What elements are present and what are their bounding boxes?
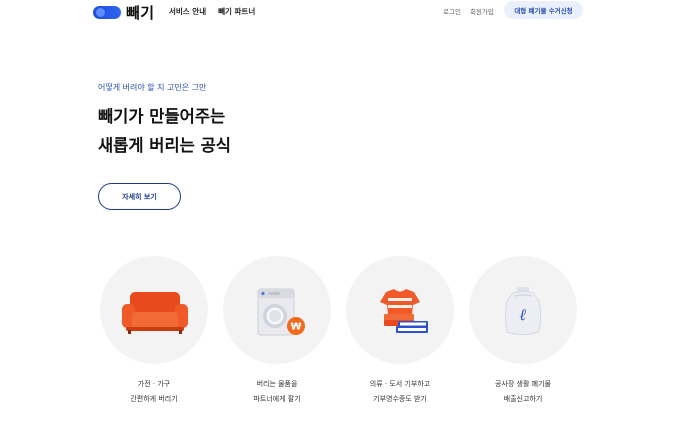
hero-eyebrow: 어떻게 버려야 할 지 고민은 그만 (98, 83, 207, 92)
logo[interactable]: 빼기 (93, 2, 155, 23)
waste-bag-icon: ℓ (505, 287, 541, 335)
signup-link[interactable]: 회원가입 (470, 6, 494, 16)
nav-partner[interactable]: 빼기 파트너 (218, 6, 255, 17)
service-caption-line2: 배출신고하기 (503, 395, 543, 403)
service-circle (100, 256, 208, 364)
main-nav: 서비스 안내 빼기 파트너 (169, 6, 255, 17)
svg-text:ℓ: ℓ (519, 305, 527, 324)
service-circle (346, 256, 454, 364)
service-circle: ℓ (469, 256, 577, 364)
learn-more-button[interactable]: 자세히 보기 (98, 183, 181, 210)
pickup-request-button[interactable]: 대형 폐기물 수거신청 (504, 1, 583, 19)
service-caption: 버리는 물품을 파트너에게 팔기 (222, 377, 332, 407)
service-caption-line2: 간편하게 버리기 (130, 395, 178, 403)
service-caption: 공사장 생활 폐기물 배출신고하기 (468, 377, 578, 407)
logo-text: 빼기 (126, 4, 155, 22)
service-caption-line2: 파트너에게 팔기 (253, 395, 301, 403)
service-circle: ₩ (223, 256, 331, 364)
service-caption-line2: 기부영수증도 받기 (373, 395, 427, 403)
service-caption-line1: 버리는 물품을 (256, 380, 298, 388)
washing-machine-icon: ₩ (257, 288, 305, 336)
hero-title-line2: 새롭게 버리는 공식 (98, 136, 231, 155)
login-link[interactable]: 로그인 (443, 6, 461, 16)
logo-mark-icon (93, 6, 121, 19)
service-caption: 의류 · 도서 기부하고 기부영수증도 받기 (345, 377, 455, 407)
service-card-construction[interactable]: ℓ 공사장 생활 폐기물 배출신고하기 (468, 256, 578, 407)
service-caption-line1: 가전 · 가구 (137, 380, 171, 388)
service-caption: 가전 · 가구 간편하게 버리기 (99, 377, 209, 407)
nav-service-info[interactable]: 서비스 안내 (169, 6, 206, 17)
service-card-sell[interactable]: ₩ 버리는 물품을 파트너에게 팔기 (222, 256, 332, 407)
auth-links: 로그인 회원가입 (443, 6, 494, 16)
service-caption-line1: 의류 · 도서 기부하고 (369, 380, 431, 388)
service-caption-line1: 공사장 생활 폐기물 (495, 380, 551, 388)
svg-text:₩: ₩ (290, 322, 301, 333)
service-card-donate[interactable]: 의류 · 도서 기부하고 기부영수증도 받기 (345, 256, 455, 407)
header: 빼기 서비스 안내 빼기 파트너 로그인 회원가입 대형 폐기물 수거신청 (0, 0, 680, 22)
service-list: 가전 · 가구 간편하게 버리기 ₩ 버리는 물품을 파트너에게 팔기 의류 ·… (99, 256, 584, 416)
hero-title: 빼기가 만들어주는 새롭게 버리는 공식 (98, 102, 231, 160)
clothes-books-icon (380, 289, 428, 333)
hero-title-line1: 빼기가 만들어주는 (98, 107, 226, 126)
sofa-icon (122, 292, 188, 334)
service-card-furniture[interactable]: 가전 · 가구 간편하게 버리기 (99, 256, 209, 407)
